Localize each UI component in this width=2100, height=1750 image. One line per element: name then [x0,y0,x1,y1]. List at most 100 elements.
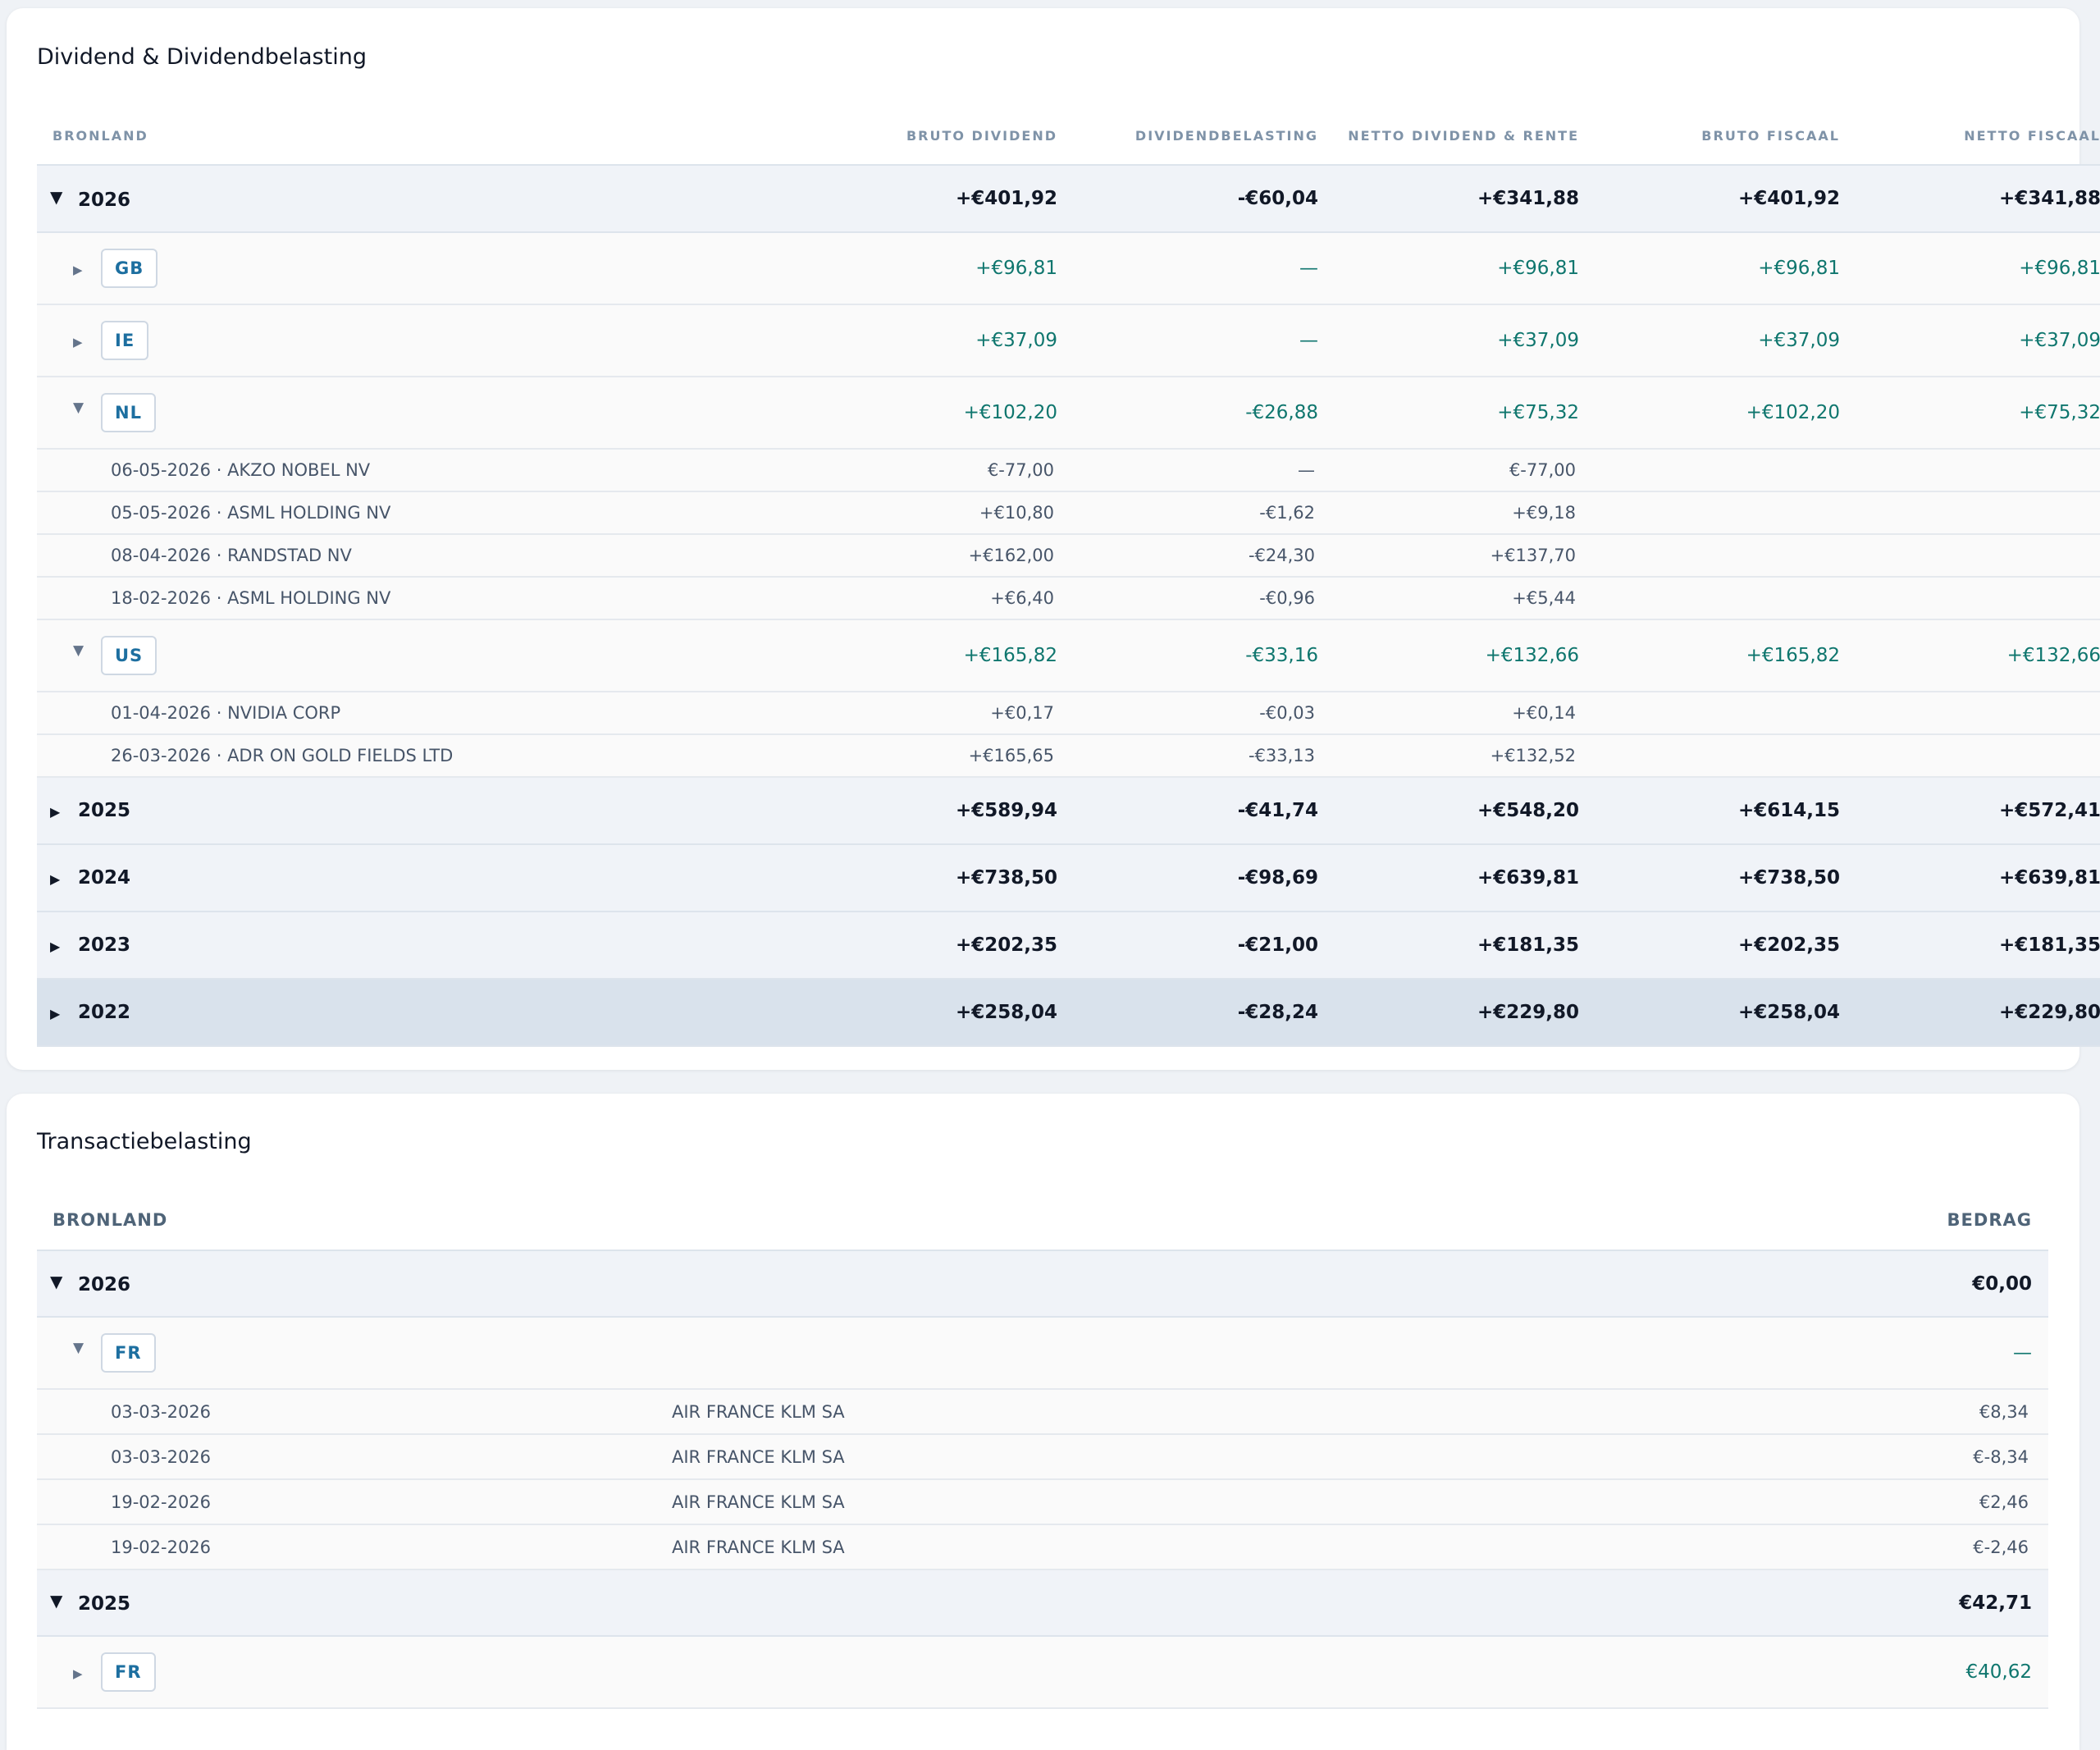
detail-date: 19-02-2026 [37,1479,672,1525]
amount-cell: — [1738,1317,2048,1390]
col-bronland[interactable]: BRONLAND [37,1190,672,1251]
detail-label: 26-03-2026 · ADR ON GOLD FIELDS LTD [37,734,831,778]
bruto-fiscaal-cell: +€202,35 [1596,912,1856,980]
bruto-fiscaal-cell: +€258,04 [1596,979,1856,1047]
transaction-detail-row: 19-02-2026 AIR FRANCE KLM SA €2,46 [37,1479,2048,1525]
caret-right-icon[interactable]: ▶ [50,804,63,820]
amount-cell: €42,71 [1738,1570,2048,1637]
bruto-dividend-cell: +€589,94 [831,777,1074,845]
year-row-2026[interactable]: ▼ 2026 €0,00 [37,1250,2048,1318]
detail-belasting: -€24,30 [1074,534,1335,578]
detail-amount: €-8,34 [1738,1434,2048,1480]
country-row-gb[interactable]: ▶ GB +€96,81 — +€96,81 +€96,81 +€96,81 [37,232,2100,305]
bruto-dividend-cell: +€37,09 [831,304,1074,377]
dividend-detail-row: 18-02-2026 · ASML HOLDING NV +€6,40 -€0,… [37,577,2100,620]
country-badge: FR [101,1652,156,1692]
dividend-detail-row: 26-03-2026 · ADR ON GOLD FIELDS LTD +€16… [37,734,2100,778]
detail-bruto: +€6,40 [831,577,1074,620]
caret-right-icon[interactable]: ▶ [73,263,86,277]
caret-down-icon[interactable]: ▼ [50,187,63,207]
transaction-header-row: BRONLAND BEDRAG [37,1190,2048,1251]
year-label: 2023 [78,934,131,956]
caret-right-icon[interactable]: ▶ [50,939,63,954]
detail-netto: +€5,44 [1335,577,1596,620]
bruto-fiscaal-cell: +€96,81 [1596,232,1856,305]
col-bronland[interactable]: BRONLAND [37,107,831,166]
transaction-tax-table: BRONLAND BEDRAG ▼ 2026 €0,00 ▼ FR — 03-03-… [37,1190,2048,1709]
caret-down-icon[interactable]: ▼ [73,642,86,659]
netto-fiscaal-cell: +€639,81 [1856,844,2100,912]
country-row-fr[interactable]: ▶ FR €40,62 [37,1636,2048,1709]
dividend-title: Dividend & Dividendbelasting [37,44,367,70]
netto-fiscaal-cell: +€341,88 [1856,165,2100,233]
caret-right-icon[interactable]: ▶ [50,1006,63,1021]
detail-security: AIR FRANCE KLM SA [672,1524,1738,1570]
netto-fiscaal-cell: +€572,41 [1856,777,2100,845]
bruto-fiscaal-cell: +€614,15 [1596,777,1856,845]
caret-right-icon[interactable]: ▶ [50,871,63,887]
caret-down-icon[interactable]: ▼ [73,1340,86,1356]
detail-bruto: +€10,80 [831,491,1074,535]
dividendbelasting-cell: — [1074,304,1335,377]
detail-label: 05-05-2026 · ASML HOLDING NV [37,491,831,535]
year-row-2026[interactable]: ▼ 2026 +€401,92 -€60,04 +€341,88 +€401,92… [37,165,2100,233]
detail-netto: +€137,70 [1335,534,1596,578]
year-label: 2025 [78,800,131,821]
bruto-dividend-cell: +€738,50 [831,844,1074,912]
year-label: 2026 [78,1274,131,1295]
bruto-fiscaal-cell: +€165,82 [1596,619,1856,692]
col-spacer [672,1190,1738,1251]
col-dividendbelasting[interactable]: DIVIDENDBELASTING [1074,107,1335,166]
transaction-detail-row: 03-03-2026 AIR FRANCE KLM SA €8,34 [37,1389,2048,1435]
transaction-detail-row: 03-03-2026 AIR FRANCE KLM SA €-8,34 [37,1434,2048,1480]
country-row-nl[interactable]: ▼ NL +€102,20 -€26,88 +€75,32 +€102,20 +€… [37,377,2100,450]
dividend-detail-row: 05-05-2026 · ASML HOLDING NV +€10,80 -€1… [37,491,2100,535]
amount-cell: €40,62 [1738,1636,2048,1709]
year-row-2025[interactable]: ▼ 2025 €42,71 [37,1570,2048,1637]
country-row-ie[interactable]: ▶ IE +€37,09 — +€37,09 +€37,09 +€37,09 [37,304,2100,377]
detail-date: 03-03-2026 [37,1434,672,1480]
year-row-2024[interactable]: ▶ 2024 +€738,50 -€98,69 +€639,81 +€738,50… [37,844,2100,912]
transaction-tax-card: Transactiebelasting BRONLAND BEDRAG ▼ 202… [7,1094,2079,1750]
netto-fiscaal-cell: +€37,09 [1856,304,2100,377]
year-row-2022[interactable]: ▶ 2022 +€258,04 -€28,24 +€229,80 +€258,04… [37,979,2100,1047]
netto-fiscaal-cell: +€229,80 [1856,979,2100,1047]
detail-date: 19-02-2026 [37,1524,672,1570]
caret-right-icon[interactable]: ▶ [73,1666,86,1681]
bruto-fiscaal-cell: +€401,92 [1596,165,1856,233]
year-label: 2022 [78,1002,131,1023]
dividendbelasting-cell: -€33,16 [1074,619,1335,692]
col-bedrag[interactable]: BEDRAG [1738,1190,2048,1251]
netto-dividend-cell: +€75,32 [1335,377,1596,450]
col-bruto-dividend[interactable]: BRUTO DIVIDEND [831,107,1074,166]
bruto-dividend-cell: +€165,82 [831,619,1074,692]
col-bruto-fiscaal[interactable]: BRUTO FISCAAL [1596,107,1856,166]
country-row-us[interactable]: ▼ US +€165,82 -€33,16 +€132,66 +€165,82 +… [37,619,2100,692]
dividend-detail-row: 06-05-2026 · AKZO NOBEL NV €-77,00 — €-7… [37,449,2100,492]
detail-label: 08-04-2026 · RANDSTAD NV [37,534,831,578]
caret-down-icon[interactable]: ▼ [50,1272,63,1291]
year-row-2025[interactable]: ▶ 2025 +€589,94 -€41,74 +€548,20 +€614,15… [37,777,2100,845]
caret-down-icon[interactable]: ▼ [73,400,86,416]
detail-amount: €8,34 [1738,1389,2048,1435]
netto-fiscaal-cell: +€96,81 [1856,232,2100,305]
dividend-detail-row: 01-04-2026 · NVIDIA CORP +€0,17 -€0,03 +… [37,692,2100,735]
col-netto-dividend[interactable]: NETTO DIVIDEND & RENTE [1335,107,1596,166]
year-row-2023[interactable]: ▶ 2023 +€202,35 -€21,00 +€181,35 +€202,35… [37,912,2100,980]
country-badge: IE [101,321,149,360]
detail-bruto: +€165,65 [831,734,1074,778]
detail-belasting: -€1,62 [1074,491,1335,535]
country-row-fr[interactable]: ▼ FR — [37,1317,2048,1390]
bruto-fiscaal-cell: +€738,50 [1596,844,1856,912]
col-netto-fiscaal[interactable]: NETTO FISCAAL [1856,107,2100,166]
bruto-dividend-cell: +€258,04 [831,979,1074,1047]
detail-bruto: +€162,00 [831,534,1074,578]
caret-down-icon[interactable]: ▼ [50,1591,63,1611]
detail-label: 01-04-2026 · NVIDIA CORP [37,692,831,735]
dividend-detail-row: 08-04-2026 · RANDSTAD NV +€162,00 -€24,3… [37,534,2100,578]
detail-bruto: €-77,00 [831,449,1074,492]
caret-right-icon[interactable]: ▶ [73,335,86,350]
dividendbelasting-cell: -€98,69 [1074,844,1335,912]
netto-fiscaal-cell: +€75,32 [1856,377,2100,450]
netto-dividend-cell: +€37,09 [1335,304,1596,377]
